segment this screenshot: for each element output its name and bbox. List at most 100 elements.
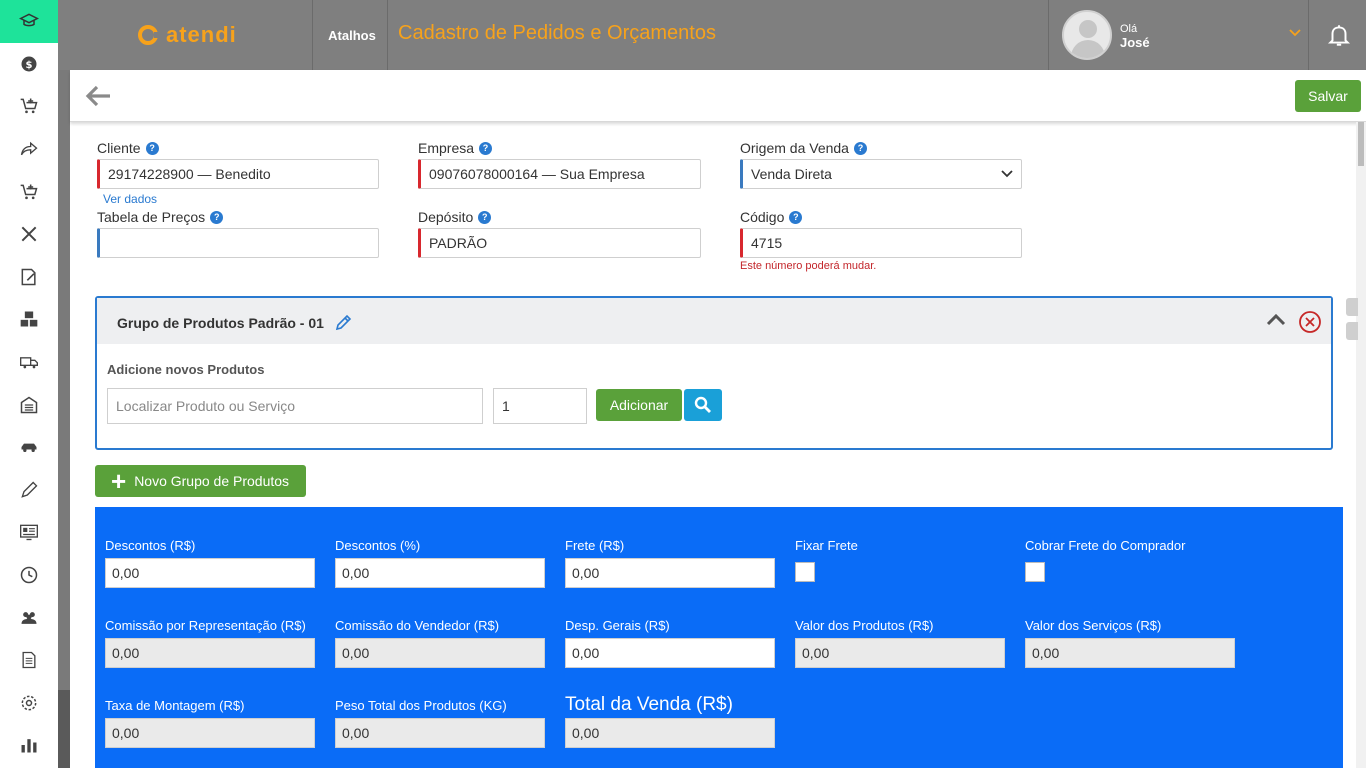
comissao-vend-input: 0,00	[335, 638, 545, 668]
sidebar-item-purchases[interactable]	[0, 170, 58, 213]
sidebar-item-sales[interactable]	[0, 85, 58, 128]
user-menu[interactable]: Olá José	[1060, 0, 1306, 70]
help-icon[interactable]: ?	[210, 210, 224, 224]
close-circle-icon[interactable]	[1298, 310, 1322, 334]
cart-icon	[20, 184, 38, 199]
bar-chart-icon	[21, 739, 37, 753]
help-icon[interactable]: ?	[853, 141, 867, 155]
avatar	[1062, 10, 1112, 60]
sidebar-item-notes[interactable]	[0, 256, 58, 299]
side-tab[interactable]	[1346, 322, 1358, 340]
sidebar-item-delivery[interactable]	[0, 341, 58, 384]
car-icon	[21, 443, 37, 453]
help-icon[interactable]: ?	[789, 210, 803, 224]
quantity-input[interactable]: 1	[493, 388, 587, 424]
view-client-link[interactable]: Ver dados	[103, 192, 157, 206]
comissao-vend-label: Comissão do Vendedor (R$)	[335, 618, 500, 633]
add-product-button[interactable]: Adicionar	[596, 389, 682, 421]
logo-text: atendi	[166, 22, 237, 47]
atendi-logo[interactable]: atendi	[138, 22, 237, 48]
truck-icon	[20, 357, 38, 369]
empresa-field[interactable]: 09076078000164 — Sua Empresa	[418, 159, 701, 189]
origem-label: Origem da Venda?	[740, 140, 867, 156]
report-icon	[22, 652, 36, 669]
fixar-frete-checkbox[interactable]	[795, 562, 815, 582]
user-greeting: Olá	[1120, 23, 1138, 35]
totals-panel: Descontos (R$) 0,00 Descontos (%) 0,00 F…	[95, 507, 1343, 768]
codigo-warning: Este número poderá mudar.	[740, 260, 877, 272]
sidebar-item-finance[interactable]: $	[0, 43, 58, 86]
search-button[interactable]	[684, 389, 722, 421]
cliente-label: Cliente?	[97, 140, 159, 156]
back-arrow-icon[interactable]	[82, 80, 114, 112]
header-divider	[312, 0, 313, 70]
total-venda-label: Total da Venda (R$)	[565, 694, 733, 715]
users-icon	[21, 611, 37, 624]
deposito-label: Depósito?	[418, 209, 492, 225]
svg-text:$: $	[26, 60, 33, 71]
pencil-icon	[21, 481, 38, 498]
sidebar-item-courses[interactable]	[0, 0, 58, 43]
add-products-heading: Adicione novos Produtos	[107, 362, 265, 377]
help-icon[interactable]: ?	[479, 141, 493, 155]
sidebar-item-settings[interactable]	[0, 682, 58, 725]
chevron-up-icon[interactable]	[1265, 313, 1287, 327]
chevron-down-icon[interactable]	[1288, 26, 1302, 40]
sidebar-item-stock[interactable]	[0, 298, 58, 341]
search-icon	[694, 396, 711, 413]
share-icon	[20, 141, 38, 156]
valor-produtos-input: 0,00	[795, 638, 1005, 668]
product-group-title: Grupo de Produtos Padrão - 01	[117, 315, 324, 331]
bell-icon[interactable]	[1326, 22, 1352, 48]
sidebar-item-registry[interactable]	[0, 511, 58, 554]
sidebar-item-share[interactable]	[0, 128, 58, 171]
desp-gerais-input[interactable]: 0,00	[565, 638, 775, 668]
side-tabs[interactable]	[1346, 298, 1358, 346]
fixar-frete-label: Fixar Frete	[795, 538, 858, 553]
descontos-pct-label: Descontos (%)	[335, 538, 421, 553]
page-scroll-thumb[interactable]	[1358, 122, 1364, 166]
sidebar-scroll-thumb[interactable]	[58, 690, 70, 768]
shortcuts-button[interactable]: Atalhos	[316, 0, 388, 70]
cliente-field[interactable]: 29174228900 — Benedito	[97, 159, 379, 189]
taxa-montagem-label: Taxa de Montagem (R$)	[105, 698, 245, 713]
sidebar-scrollbar[interactable]	[58, 0, 70, 768]
sidebar-item-analytics[interactable]	[0, 724, 58, 767]
sidebar-item-users[interactable]	[0, 596, 58, 639]
sidebar-item-reports[interactable]	[0, 639, 58, 682]
pencil-icon[interactable]	[335, 313, 353, 331]
sidebar-item-vehicles[interactable]	[0, 426, 58, 469]
valor-servicos-input: 0,00	[1025, 638, 1235, 668]
comissao-rep-input: 0,00	[105, 638, 315, 668]
codigo-field[interactable]: 4715	[740, 228, 1022, 258]
origem-select[interactable]: Venda Direta	[740, 159, 1022, 189]
frete-input[interactable]: 0,00	[565, 558, 775, 588]
side-tab[interactable]	[1346, 298, 1358, 316]
descontos-rs-input[interactable]: 0,00	[105, 558, 315, 588]
tabela-field[interactable]	[97, 228, 379, 258]
deposito-field[interactable]: PADRÃO	[418, 228, 701, 258]
sidebar-item-history[interactable]	[0, 554, 58, 597]
descontos-pct-input[interactable]: 0,00	[335, 558, 545, 588]
help-icon[interactable]: ?	[145, 141, 159, 155]
cobrar-frete-checkbox[interactable]	[1025, 562, 1045, 582]
peso-total-label: Peso Total dos Produtos (KG)	[335, 698, 507, 713]
id-card-icon	[20, 525, 38, 541]
save-button[interactable]: Salvar	[1295, 80, 1361, 112]
sidebar: $	[0, 0, 58, 768]
chevron-down-icon	[1001, 170, 1013, 178]
product-search-input[interactable]: Localizar Produto ou Serviço	[107, 388, 483, 424]
sidebar-item-services[interactable]	[0, 213, 58, 256]
sidebar-item-warehouse[interactable]	[0, 383, 58, 426]
sidebar-item-edit[interactable]	[0, 469, 58, 512]
plus-icon: +	[111, 466, 127, 496]
header-divider	[387, 0, 388, 70]
new-product-group-button[interactable]: + Novo Grupo de Produtos	[95, 465, 306, 497]
descontos-rs-label: Descontos (R$)	[105, 538, 196, 553]
valor-servicos-label: Valor dos Serviços (R$)	[1025, 618, 1162, 633]
taxa-montagem-input: 0,00	[105, 718, 315, 748]
page-scrollbar[interactable]	[1356, 122, 1366, 768]
product-group-panel: Grupo de Produtos Padrão - 01 Adicione n…	[95, 296, 1333, 450]
help-icon[interactable]: ?	[478, 210, 492, 224]
cobrar-frete-label: Cobrar Frete do Comprador	[1025, 538, 1186, 553]
